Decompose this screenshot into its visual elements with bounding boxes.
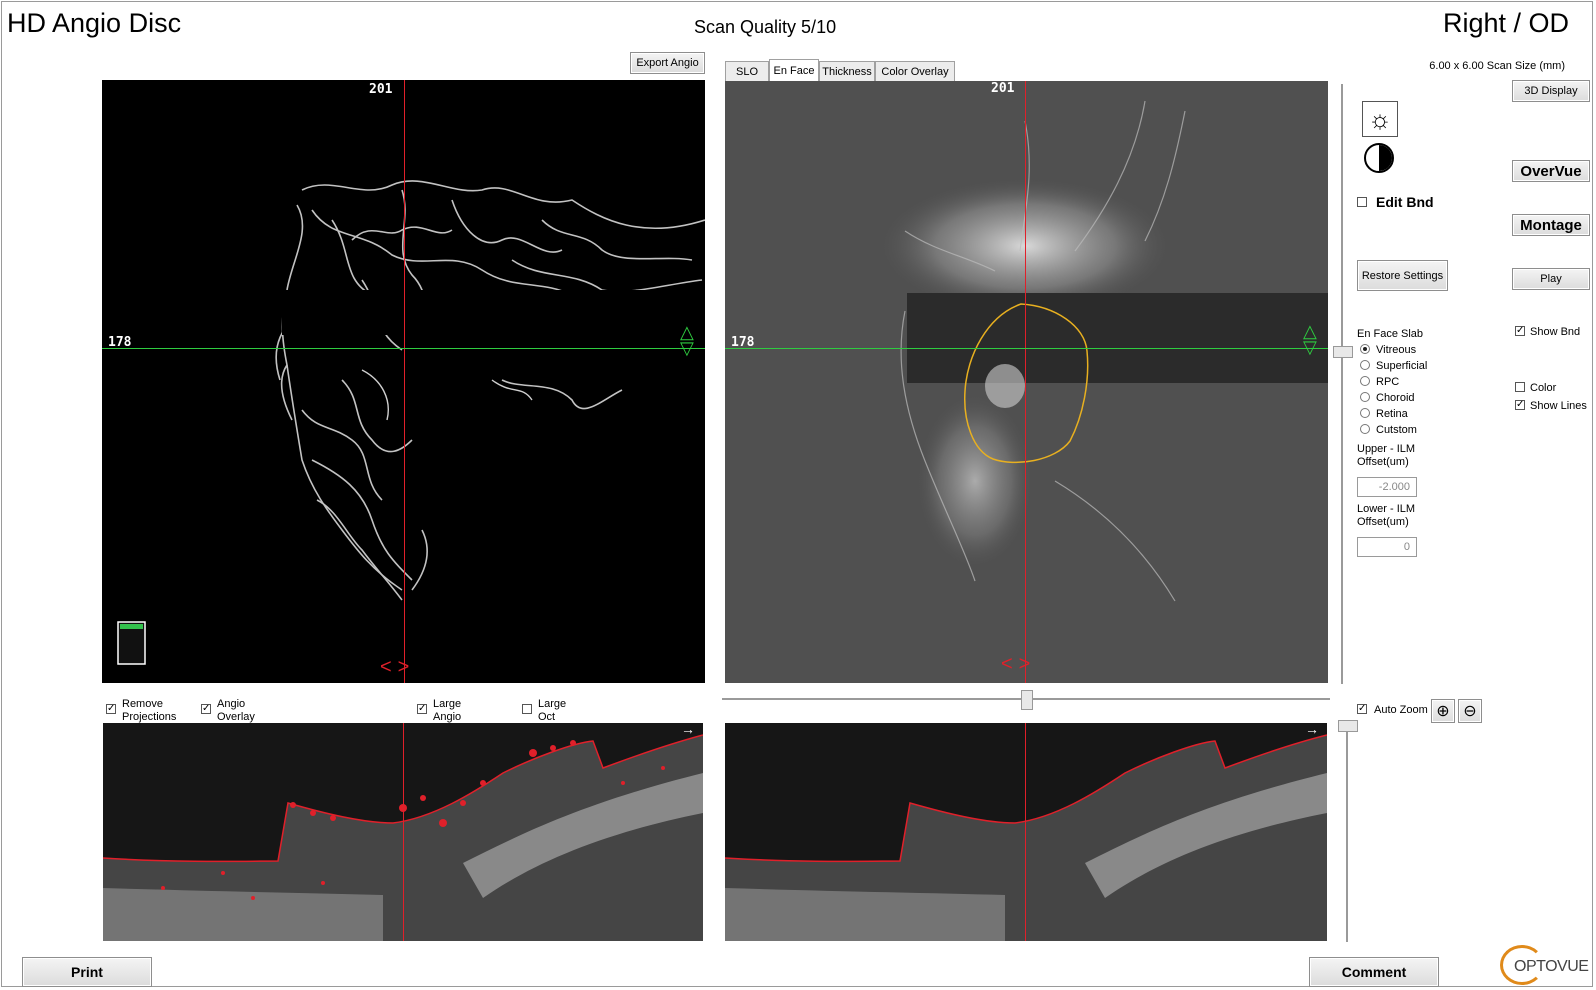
depth-slider-track[interactable]: [1341, 84, 1343, 684]
play-button[interactable]: Play: [1512, 268, 1590, 290]
edit-bnd-checkbox[interactable]: [1357, 197, 1367, 207]
en-face-image-panel[interactable]: 201 178 △ ▽ <>: [725, 81, 1328, 683]
slab-rpc-radio[interactable]: [1360, 376, 1370, 386]
move-left-right-arrows[interactable]: <>: [1001, 653, 1036, 676]
bscan-position-line: [403, 723, 404, 941]
option-label: Large: [538, 698, 567, 710]
lower-offset-input[interactable]: 0: [1357, 537, 1417, 557]
slab-option-label: Choroid: [1376, 392, 1415, 404]
show-bnd-label: Show Bnd: [1530, 326, 1581, 338]
move-up-down-arrows[interactable]: △ ▽: [1303, 322, 1317, 356]
brightness-icon[interactable]: ☼: [1362, 101, 1398, 137]
eye-label: Right / OD: [1442, 8, 1569, 38]
tab-en-face[interactable]: En Face: [769, 59, 819, 81]
edit-bnd-label: Edit Bnd: [1376, 194, 1434, 210]
show-bnd-checkbox[interactable]: ✓: [1515, 326, 1525, 336]
option-label: Angio: [217, 698, 246, 710]
auto-zoom-label: Auto Zoom: [1374, 704, 1428, 716]
oct-bscan-image: [725, 723, 1327, 941]
optovue-logo: OPTOVUE: [1514, 958, 1589, 975]
slab-choroid-radio[interactable]: [1360, 392, 1370, 402]
option-label: Remove: [122, 698, 163, 710]
remove-projections-checkbox[interactable]: ✓: [106, 704, 116, 714]
show-lines-checkbox[interactable]: ✓: [1515, 400, 1525, 410]
tab-thickness[interactable]: Thickness: [819, 61, 875, 81]
comment-button[interactable]: Comment: [1309, 957, 1439, 987]
upper-offset-input[interactable]: -2.000: [1357, 477, 1417, 497]
montage-button[interactable]: Montage: [1512, 214, 1590, 236]
y-position-marker: 178: [108, 335, 132, 350]
contrast-icon[interactable]: [1364, 143, 1394, 173]
slab-option-label: Cutstom: [1376, 424, 1417, 436]
scan-title: HD Angio Disc: [7, 8, 182, 38]
x-position-marker: 201: [991, 81, 1015, 96]
depth-slider-handle[interactable]: [1333, 346, 1353, 358]
bscan-slider-handle[interactable]: [1338, 720, 1358, 732]
color-label: Color: [1530, 382, 1557, 394]
zoom-in-icon[interactable]: ⊕: [1431, 699, 1455, 723]
tab-slo[interactable]: SLO: [725, 61, 769, 81]
lower-offset-unit: Offset(um): [1357, 516, 1409, 528]
x-position-marker: 201: [369, 82, 393, 97]
zoom-out-icon[interactable]: ⊖: [1458, 699, 1482, 723]
lower-offset-label: Lower - ILM: [1357, 503, 1416, 515]
overvue-button[interactable]: OverVue: [1512, 160, 1590, 182]
vertical-crosshair[interactable]: [404, 80, 405, 683]
arrow-right-icon: →: [1305, 723, 1319, 737]
angio-bscan-panel[interactable]: →: [103, 723, 703, 941]
auto-zoom-checkbox[interactable]: ✓: [1357, 704, 1367, 714]
slab-retina-radio[interactable]: [1360, 408, 1370, 418]
slab-custom-radio[interactable]: [1360, 424, 1370, 434]
vertical-crosshair[interactable]: [1025, 81, 1026, 683]
position-slider-handle[interactable]: [1021, 690, 1033, 710]
tab-color-overlay[interactable]: Color Overlay: [875, 61, 955, 81]
upper-offset-label: Upper - ILM: [1357, 443, 1416, 455]
color-checkbox[interactable]: [1515, 382, 1525, 392]
bscan-slider-track[interactable]: [1346, 720, 1348, 942]
print-button[interactable]: Print: [22, 957, 152, 987]
arrow-right-icon: →: [681, 723, 695, 737]
move-left-right-arrows[interactable]: <>: [380, 656, 415, 679]
slab-option-label: Retina: [1376, 408, 1408, 420]
upper-offset-unit: Offset(um): [1357, 456, 1409, 468]
y-position-marker: 178: [731, 335, 755, 350]
export-angio-button[interactable]: Export Angio: [630, 52, 705, 74]
large-oct-checkbox[interactable]: [522, 704, 532, 714]
bscan-position-line: [1025, 723, 1026, 941]
slab-option-label: Vitreous: [1376, 344, 1417, 356]
scan-size: 6.00 x 6.00 Scan Size (mm): [1429, 60, 1565, 72]
slab-vitreous-radio[interactable]: [1360, 344, 1370, 354]
3d-display-button[interactable]: 3D Display: [1512, 80, 1590, 102]
show-lines-label: Show Lines: [1530, 400, 1587, 412]
scan-quality: Scan Quality 5/10: [694, 17, 837, 37]
oct-bscan-panel[interactable]: →: [725, 723, 1327, 941]
large-angio-checkbox[interactable]: ✓: [417, 704, 427, 714]
restore-settings-button[interactable]: Restore Settings: [1357, 260, 1448, 291]
slab-option-label: Superficial: [1376, 360, 1428, 372]
en-face-slab-title: En Face Slab: [1357, 328, 1424, 340]
move-up-down-arrows[interactable]: △ ▽: [680, 323, 694, 357]
slab-option-label: RPC: [1376, 376, 1400, 388]
option-label: Large: [433, 698, 462, 710]
horizontal-crosshair[interactable]: [102, 348, 705, 349]
en-face-image: [725, 81, 1328, 683]
slab-superficial-radio[interactable]: [1360, 360, 1370, 370]
horizontal-crosshair[interactable]: [725, 348, 1328, 349]
angio-image-panel[interactable]: 201 178 △ ▽ <>: [102, 80, 705, 683]
angio-overlay-checkbox[interactable]: ✓: [201, 704, 211, 714]
